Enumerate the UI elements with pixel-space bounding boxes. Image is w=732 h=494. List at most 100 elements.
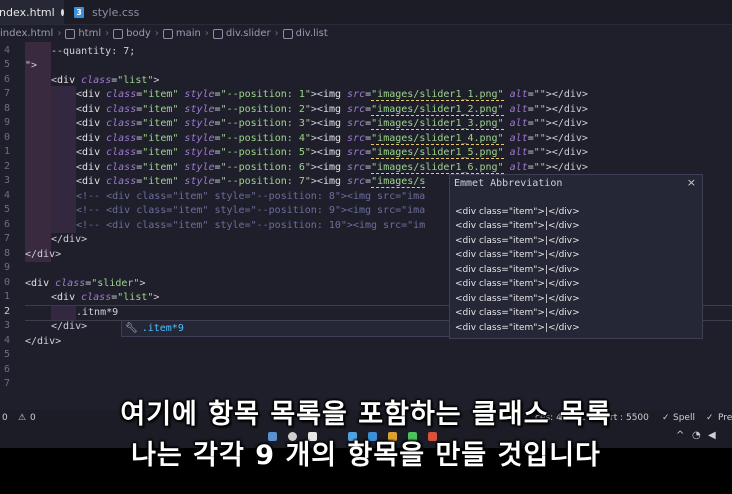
code-attr: src (347, 162, 366, 173)
close-icon[interactable]: × (687, 176, 696, 189)
code-tag: img (322, 133, 342, 144)
element-icon (212, 28, 223, 39)
emmet-preview-line: <div class="item">|</div> (455, 207, 580, 217)
emmet-preview-line: <div class="item">|</div> (455, 221, 580, 231)
code-attr: alt (509, 147, 528, 158)
code-attr: alt (509, 162, 528, 173)
code-tag: img (322, 162, 342, 173)
breadcrumb-label: div.slider (225, 28, 271, 39)
code-string: "item" (142, 176, 179, 187)
code-comment: <!-- <div class="item" style="--position… (76, 220, 426, 231)
breadcrumb-label: main (175, 28, 201, 39)
code-string: "list" (117, 292, 154, 303)
code-tag: div (31, 278, 50, 289)
code-line: <div class="list"> (51, 75, 160, 86)
code-number: 4 (298, 133, 305, 144)
code-number: 1 (298, 89, 305, 100)
element-icon (162, 28, 173, 39)
indent-guide-highlight (51, 86, 76, 233)
code-line: </div> (51, 234, 88, 245)
code-attr: src (347, 104, 366, 115)
subtitle-line: 여기에 항목 목록을 포함하는 클래스 목록 (120, 399, 612, 430)
breadcrumb-item[interactable]: main (162, 28, 201, 39)
breadcrumb-item[interactable]: index.html (0, 28, 53, 39)
chevron-right-icon: › (204, 28, 209, 39)
code-string: "item" (142, 147, 179, 158)
code-tag: div (57, 292, 76, 303)
code-tag: div (82, 147, 101, 158)
chevron-right-icon: › (274, 28, 279, 39)
code-attr: src (347, 89, 366, 100)
code-attr: class (106, 162, 137, 173)
code-tag: img (322, 176, 342, 187)
code-attr: alt (509, 104, 528, 115)
tab-label: style.css (92, 5, 140, 19)
code-string: "--position: (220, 104, 299, 115)
breadcrumb-item[interactable]: html (65, 28, 101, 39)
tab-style-css[interactable]: 3 style.css (66, 0, 139, 24)
code-line-item: <div class="item" style="--position: 1">… (76, 89, 588, 101)
code-tag: div (82, 118, 101, 129)
code-string: "--position: (220, 118, 299, 129)
code-attr: class (106, 89, 137, 100)
code-string: images/slider1_6.png (377, 162, 498, 173)
code-attr: style (184, 162, 215, 173)
code-attr: class (106, 147, 137, 158)
code-line-item: <div class="item" style="--position: 3">… (76, 118, 588, 130)
code-string: images/slider1_1.png (377, 89, 498, 100)
code-string: "item" (142, 133, 179, 144)
code-line-item: <div class="item" style="--position: 4">… (76, 133, 588, 145)
breadcrumb-item[interactable]: div.slider (212, 28, 271, 39)
code-string: "item" (142, 89, 179, 100)
emmet-preview-line: <div class="item">|</div> (455, 294, 580, 304)
emmet-preview-line: <div class="item">|</div> (455, 236, 580, 246)
code-number: 2 (298, 104, 305, 115)
code-attr: style (184, 176, 215, 187)
emmet-preview-line: <div class="item">|</div> (455, 279, 580, 289)
code-tag: img (322, 147, 342, 158)
code-tag: img (322, 104, 342, 115)
code-string: images/slider1_3.png (377, 118, 498, 129)
code-line-item: <div class="item" style="--position: 5">… (76, 147, 588, 159)
breadcrumb-item[interactable]: body (113, 28, 151, 39)
suggestion-item[interactable]: 🔧︎ .item*9 (121, 320, 450, 337)
code-string: "slider" (91, 278, 140, 289)
breadcrumb-item[interactable]: div.list (282, 28, 328, 39)
code-line-item: <div class="item" style="--position: 7">… (76, 176, 426, 188)
code-attr: class (81, 292, 112, 303)
indent-guide-highlight (25, 42, 51, 262)
css-file-icon: 3 (74, 6, 84, 18)
tab-index-html[interactable]: index.html (0, 0, 64, 24)
code-attr: src (347, 176, 366, 187)
breadcrumb-label: index.html (0, 28, 54, 39)
chevron-right-icon: › (105, 28, 110, 39)
subtitle-line: 나는 각각 9 개의 항목을 만들 것입니다 (131, 440, 601, 471)
code-string: "--position: (220, 89, 299, 100)
code-string: "item" (142, 118, 179, 129)
code-attr: src (347, 133, 366, 144)
code-line: "> (25, 59, 37, 73)
code-string: "--position: (220, 162, 299, 173)
emmet-preview-line: <div class="item">|</div> (455, 308, 580, 318)
code-line: <div class="slider"> (25, 278, 146, 289)
code-attr: class (106, 176, 137, 187)
emmet-preview-line: <div class="item">|</div> (455, 265, 580, 275)
emmet-title: Emmet Abbreviation (454, 178, 563, 189)
element-icon (113, 28, 124, 39)
code-comment: <!-- <div class="item" style="--position… (76, 191, 426, 202)
code-tag: div (82, 162, 101, 173)
code-line-current[interactable]: .itnm*9 (76, 306, 118, 320)
code-attr: class (55, 278, 86, 289)
code-text: --quantity: 7; (51, 46, 136, 57)
emmet-abbreviation-panel: Emmet Abbreviation × <div class="item">|… (449, 174, 703, 339)
code-line: </div> (25, 249, 62, 260)
code-string: "item" (142, 162, 179, 173)
code-tag: div (57, 75, 76, 86)
code-comment: <!-- <div class="item" style="--position… (76, 205, 426, 216)
unsaved-dot-icon[interactable] (60, 8, 64, 16)
code-attr: src (347, 118, 366, 129)
code-tag: img (322, 118, 342, 129)
code-attr: style (184, 147, 215, 158)
code-attr: class (106, 118, 137, 129)
code-string: images/s (377, 176, 426, 187)
